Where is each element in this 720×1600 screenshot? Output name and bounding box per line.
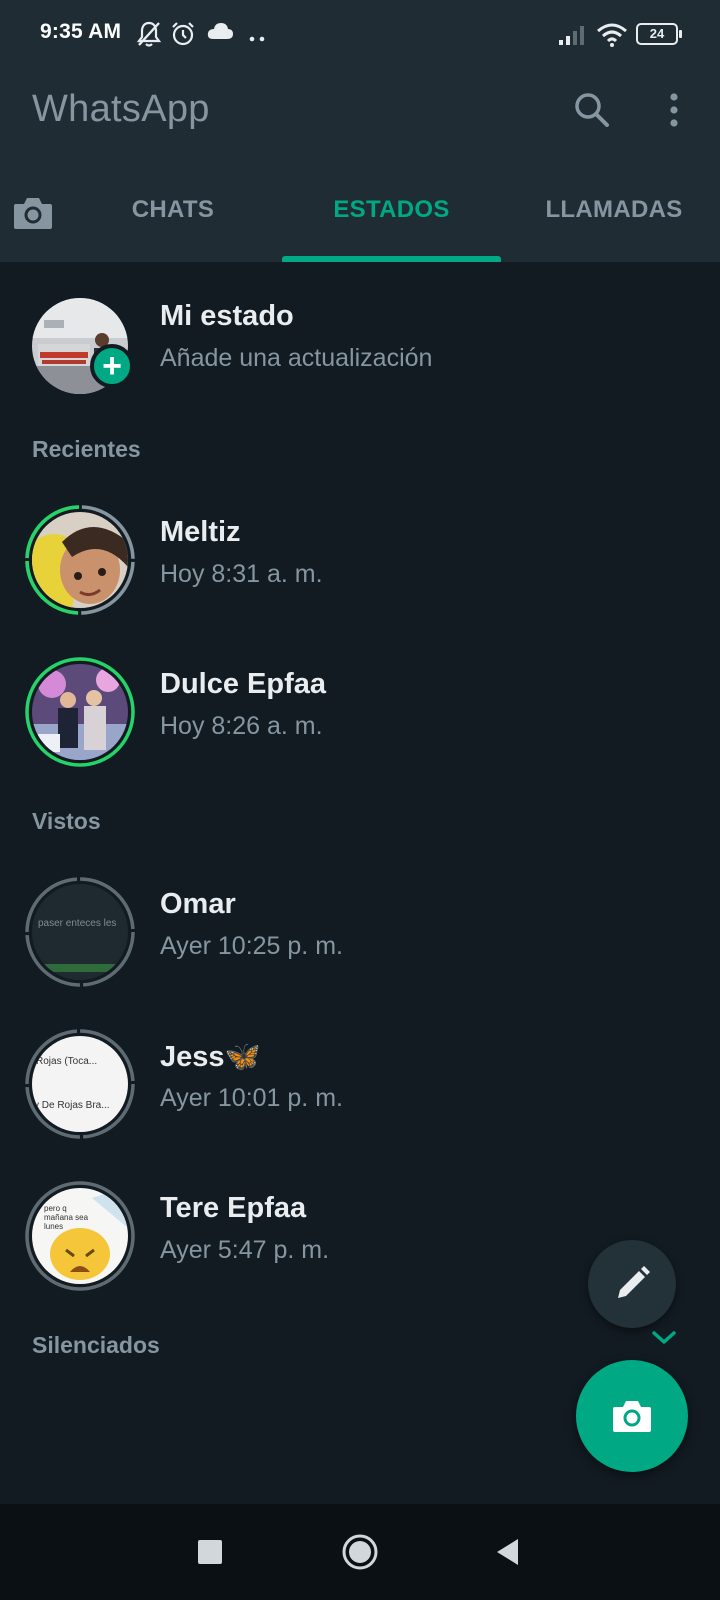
recents-button[interactable]: [182, 1524, 238, 1580]
search-icon: [575, 93, 609, 127]
status-row[interactable]: Meltiz Hoy 8:31 a. m.: [0, 504, 720, 624]
add-status-badge[interactable]: +: [90, 344, 134, 388]
signal-icon: [558, 24, 586, 51]
bell-off-icon: [136, 20, 162, 53]
status-ring: Rojas (Toca... y De Rojas Bra...: [24, 1028, 136, 1140]
contact-name: Dulce Epfaa: [160, 668, 326, 700]
recents-square-icon: [198, 1540, 222, 1564]
new-camera-status-button[interactable]: [576, 1360, 688, 1472]
home-button[interactable]: [332, 1524, 388, 1580]
cloud-icon: [206, 20, 234, 49]
my-status-subtitle: Añade una actualización: [160, 344, 433, 372]
whatsapp-status-screen: 9:35 AM 24 WhatsApp CHATS ESTADOS LLAMAD…: [0, 0, 720, 1600]
header: 9:35 AM 24 WhatsApp CHATS ESTADOS LLAMAD…: [0, 0, 720, 262]
contact-name: Tere Epfaa: [160, 1192, 307, 1224]
section-viewed-label: Vistos: [32, 808, 101, 834]
tab-estados[interactable]: ESTADOS: [282, 180, 501, 262]
avatar: Rojas (Toca... y De Rojas Bra...: [32, 1036, 128, 1132]
wifi-icon: [596, 22, 628, 53]
app-title: WhatsApp: [32, 88, 210, 130]
system-nav-bar: [0, 1504, 720, 1600]
contact-name: Jess🦋: [160, 1041, 261, 1073]
avatar: [32, 512, 128, 608]
status-time: 9:35 AM: [40, 20, 122, 43]
contact-name: Meltiz: [160, 516, 241, 548]
back-triangle-icon: [497, 1539, 518, 1565]
my-status-name: Mi estado: [160, 300, 294, 332]
thumbnail-text: pero q mañana sea lunes: [44, 1204, 89, 1231]
status-time: Ayer 10:25 p. m.: [160, 932, 343, 960]
plus-icon: +: [102, 347, 122, 385]
tab-chats[interactable]: CHATS: [70, 180, 276, 262]
avatar: paser enteces les: [32, 884, 128, 980]
camera-icon: [14, 198, 52, 229]
search-button[interactable]: [568, 86, 616, 134]
status-ring: [24, 656, 136, 768]
chevron-down-icon[interactable]: [650, 1328, 678, 1353]
status-row[interactable]: Dulce Epfaa Hoy 8:26 a. m.: [0, 656, 720, 776]
status-row[interactable]: Rojas (Toca... y De Rojas Bra... Jess🦋 A…: [0, 1028, 720, 1148]
new-text-status-button[interactable]: [588, 1240, 676, 1328]
tab-camera[interactable]: [8, 188, 58, 238]
thumbnail-text: paser enteces les: [38, 918, 117, 929]
avatar: [32, 664, 128, 760]
overflow-menu-button[interactable]: [650, 86, 698, 134]
status-ring: paser enteces les: [24, 876, 136, 988]
section-muted-label[interactable]: Silenciados: [32, 1332, 160, 1359]
pencil-icon: [618, 1266, 650, 1298]
my-status-row[interactable]: + Mi estado Añade una actualización: [0, 290, 720, 410]
alarm-icon: [170, 20, 196, 53]
back-button[interactable]: [480, 1524, 536, 1580]
status-time: Ayer 5:47 p. m.: [160, 1236, 330, 1264]
contact-name: Omar: [160, 888, 236, 920]
section-recent-label: Recientes: [32, 436, 141, 462]
home-circle-icon: [342, 1534, 378, 1570]
status-ring: [24, 504, 136, 616]
status-ring: pero q mañana sea lunes: [24, 1180, 136, 1292]
more-dots-icon: [248, 30, 268, 48]
camera-icon: [613, 1401, 651, 1432]
status-time: Ayer 10:01 p. m.: [160, 1084, 343, 1112]
status-time: Hoy 8:26 a. m.: [160, 712, 323, 740]
status-bar: 9:35 AM 24: [0, 0, 720, 70]
thumbnail-text: y De Rojas Bra...: [34, 1100, 110, 1111]
thumbnail-text: Rojas (Toca...: [36, 1056, 98, 1067]
overflow-menu-icon: [670, 93, 678, 127]
active-tab-indicator: [282, 256, 501, 262]
status-time: Hoy 8:31 a. m.: [160, 560, 323, 588]
tab-bar: CHATS ESTADOS LLAMADAS: [0, 180, 720, 262]
battery-indicator: 24: [636, 23, 682, 45]
status-row[interactable]: paser enteces les Omar Ayer 10:25 p. m.: [0, 876, 720, 996]
tab-llamadas[interactable]: LLAMADAS: [508, 180, 720, 262]
avatar: pero q mañana sea lunes: [32, 1188, 128, 1284]
